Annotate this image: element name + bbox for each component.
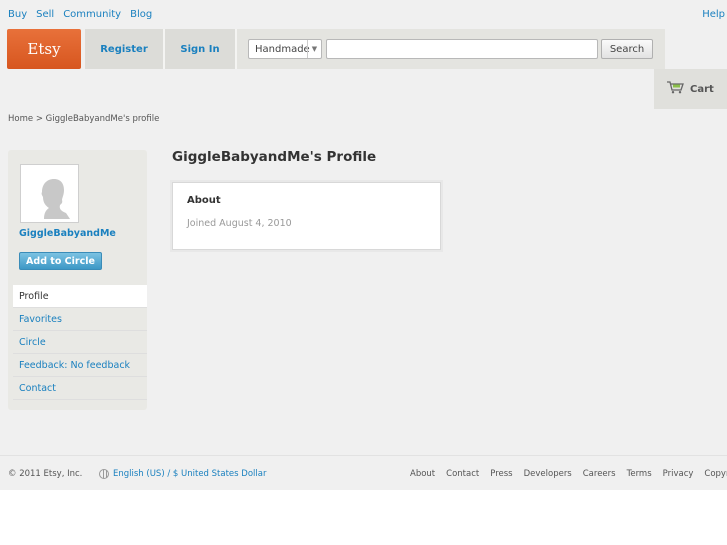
nav-buy-link[interactable]: Buy bbox=[8, 9, 27, 20]
footer-link-copyright[interactable]: Copyright bbox=[704, 469, 727, 479]
profile-nav: Profile Favorites Circle Feedback: No fe… bbox=[13, 285, 147, 400]
breadcrumb: Home > GiggleBabyandMe's profile bbox=[8, 114, 159, 124]
sign-in-button[interactable]: Sign In bbox=[165, 29, 235, 69]
footer-link-contact[interactable]: Contact bbox=[446, 469, 479, 479]
chevron-down-icon: ▼ bbox=[307, 40, 321, 58]
globe-icon bbox=[99, 469, 109, 479]
add-to-circle-button[interactable]: Add to Circle bbox=[19, 252, 102, 270]
locale-selector[interactable]: English (US) / $ United States Dollar bbox=[99, 469, 266, 479]
page-title: GiggleBabyandMe's Profile bbox=[172, 149, 377, 165]
sidebar-item-profile[interactable]: Profile bbox=[13, 285, 147, 308]
about-heading: About bbox=[187, 195, 221, 206]
footer-link-developers[interactable]: Developers bbox=[524, 469, 572, 479]
avatar[interactable] bbox=[20, 164, 79, 223]
search-input[interactable] bbox=[326, 39, 598, 59]
joined-date: Joined August 4, 2010 bbox=[187, 218, 292, 229]
footer-link-press[interactable]: Press bbox=[490, 469, 512, 479]
locale-label: English (US) / $ United States Dollar bbox=[113, 469, 267, 479]
sidebar-item-contact[interactable]: Contact bbox=[13, 377, 147, 400]
footer-links: About Contact Press Developers Careers T… bbox=[410, 469, 727, 479]
category-select[interactable]: Handmade ▼ bbox=[248, 39, 322, 59]
sidebar-item-favorites[interactable]: Favorites bbox=[13, 308, 147, 331]
copyright-text: © 2011 Etsy, Inc. bbox=[8, 469, 83, 479]
nav-community-link[interactable]: Community bbox=[63, 9, 121, 20]
breadcrumb-separator: > bbox=[35, 114, 43, 124]
category-select-value: Handmade bbox=[255, 43, 310, 55]
help-link[interactable]: Help bbox=[702, 9, 725, 20]
cart-label: Cart bbox=[690, 83, 714, 95]
sidebar-item-feedback[interactable]: Feedback: No feedback bbox=[13, 354, 147, 377]
profile-sidebar: GiggleBabyandMe Add to Circle Profile Fa… bbox=[8, 150, 147, 410]
cart-button[interactable]: Cart bbox=[654, 69, 727, 109]
about-panel: About Joined August 4, 2010 bbox=[172, 182, 441, 250]
etsy-logo[interactable]: Etsy bbox=[7, 29, 81, 69]
footer-link-about[interactable]: About bbox=[410, 469, 435, 479]
top-nav: Buy Sell Community Blog bbox=[8, 9, 152, 20]
avatar-silhouette-icon bbox=[24, 168, 75, 219]
search-button[interactable]: Search bbox=[601, 39, 653, 59]
footer-link-privacy[interactable]: Privacy bbox=[663, 469, 694, 479]
footer-link-careers[interactable]: Careers bbox=[583, 469, 616, 479]
sidebar-item-circle[interactable]: Circle bbox=[13, 331, 147, 354]
header-divider bbox=[235, 29, 237, 69]
profile-username-link[interactable]: GiggleBabyandMe bbox=[19, 228, 116, 239]
cart-icon bbox=[667, 81, 684, 97]
nav-sell-link[interactable]: Sell bbox=[36, 9, 54, 20]
register-button[interactable]: Register bbox=[85, 29, 163, 69]
footer-divider bbox=[0, 455, 727, 456]
breadcrumb-current: GiggleBabyandMe's profile bbox=[45, 114, 160, 124]
footer-link-terms[interactable]: Terms bbox=[627, 469, 652, 479]
breadcrumb-home-link[interactable]: Home bbox=[8, 114, 33, 124]
nav-blog-link[interactable]: Blog bbox=[130, 9, 152, 20]
